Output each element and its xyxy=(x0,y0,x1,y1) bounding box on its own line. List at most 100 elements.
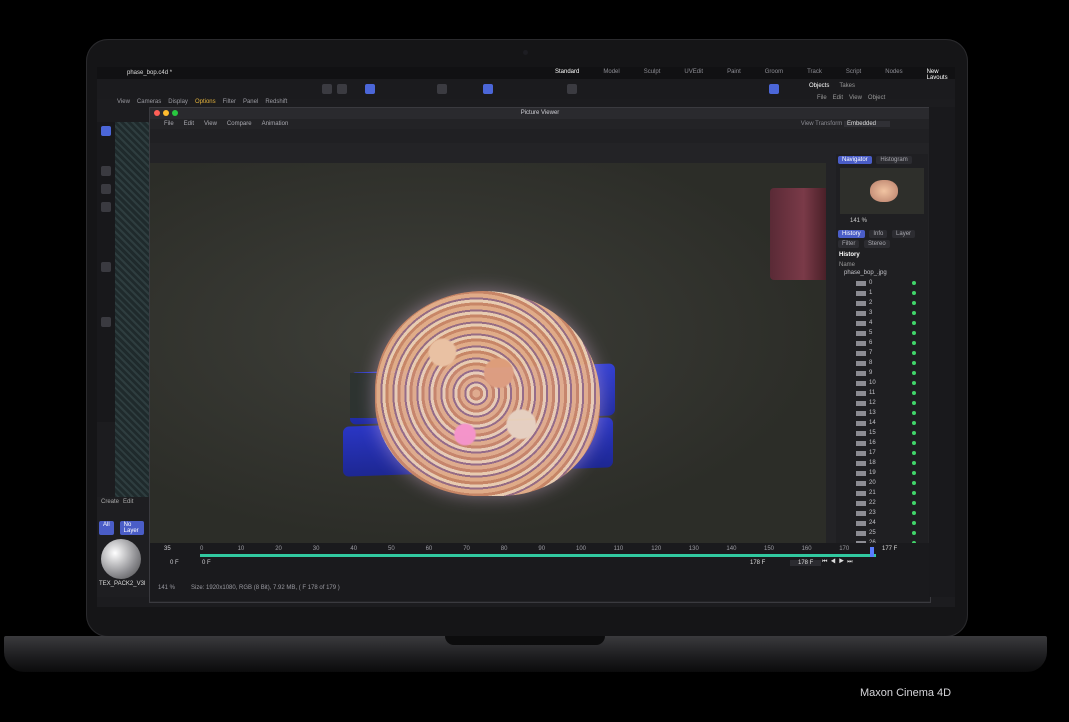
history-row[interactable]: 4 xyxy=(836,318,928,328)
material-menu-item[interactable]: Create xyxy=(101,499,119,505)
history-row[interactable]: 8 xyxy=(836,358,928,368)
zoom-icon[interactable] xyxy=(172,110,178,116)
tab-takes[interactable]: Takes xyxy=(839,83,855,89)
end-frame[interactable]: 177 F xyxy=(882,546,897,552)
select-icon[interactable] xyxy=(101,126,111,136)
objects-menu: File Edit View Object xyxy=(817,95,885,101)
status-dot-icon xyxy=(912,501,916,505)
history-row[interactable]: 6 xyxy=(836,338,928,348)
history-row[interactable]: 2 xyxy=(836,298,928,308)
objects-menu-item[interactable]: File xyxy=(817,95,827,101)
history-row[interactable]: 13 xyxy=(836,408,928,418)
history-row[interactable]: 16 xyxy=(836,438,928,448)
pv-menu-item[interactable]: Animation xyxy=(262,119,289,129)
history-row[interactable]: 19 xyxy=(836,468,928,478)
render-icon[interactable] xyxy=(769,84,779,94)
rotate-icon[interactable] xyxy=(101,184,111,194)
material-ball[interactable] xyxy=(101,539,141,579)
status-dot-icon xyxy=(912,411,916,415)
status-dot-icon xyxy=(912,451,916,455)
history-row[interactable]: 9 xyxy=(836,368,928,378)
history-row[interactable]: 24 xyxy=(836,518,928,528)
laptop-notch xyxy=(445,636,605,645)
view-transform-select[interactable]: Embedded xyxy=(843,121,890,127)
pv-menu-item[interactable]: Compare xyxy=(227,119,252,129)
scale-icon[interactable] xyxy=(101,202,111,212)
tool-icon[interactable] xyxy=(365,84,375,94)
tool-icon[interactable] xyxy=(337,84,347,94)
view-transform-label: View Transform xyxy=(800,121,843,127)
filter-all[interactable]: All xyxy=(99,521,114,535)
history-root[interactable]: phase_bop_.jpg xyxy=(836,268,928,278)
timeline-tick: 140 xyxy=(726,546,737,552)
viewport-menu-item[interactable]: Filter xyxy=(223,99,236,105)
tool-icon[interactable] xyxy=(567,84,577,94)
history-row[interactable]: 18 xyxy=(836,458,928,468)
objects-menu-item[interactable]: Object xyxy=(868,95,885,101)
viewport-menu-item[interactable]: Display xyxy=(168,99,188,105)
render-canvas[interactable] xyxy=(150,163,826,543)
close-icon[interactable] xyxy=(154,110,160,116)
status-dot-icon xyxy=(912,441,916,445)
timeline-tick: 130 xyxy=(688,546,699,552)
tab-objects[interactable]: Objects xyxy=(809,83,829,89)
objects-menu-item[interactable]: View xyxy=(849,95,862,101)
history-row[interactable]: 20 xyxy=(836,478,928,488)
history-row[interactable]: 1 xyxy=(836,288,928,298)
minimize-icon[interactable] xyxy=(163,110,169,116)
start-frame[interactable]: 0 F xyxy=(170,560,179,566)
history-row[interactable]: 0 xyxy=(836,278,928,288)
objects-menu-item[interactable]: Edit xyxy=(833,95,843,101)
viewport-menu-item[interactable]: Redshift xyxy=(265,99,287,105)
pv-menu-item[interactable]: Edit xyxy=(184,119,194,129)
tab-navigator[interactable]: Navigator xyxy=(838,156,872,164)
history-row[interactable]: 17 xyxy=(836,448,928,458)
frame-icon xyxy=(856,430,866,436)
history-row[interactable]: 21 xyxy=(836,488,928,498)
history-row[interactable]: 23 xyxy=(836,508,928,518)
frame-display: 0 F xyxy=(202,560,211,566)
pen-icon[interactable] xyxy=(101,317,111,327)
tab-layer[interactable]: Layer xyxy=(892,230,916,238)
current-frame-field[interactable]: 178 F xyxy=(790,560,822,566)
tool-icon[interactable] xyxy=(437,84,447,94)
tool-icon[interactable] xyxy=(483,84,493,94)
viewport-menu-item[interactable]: View xyxy=(117,99,130,105)
tab-histogram[interactable]: Histogram xyxy=(876,156,912,164)
history-row[interactable]: 3 xyxy=(836,308,928,318)
viewport-menu-item[interactable]: Panel xyxy=(243,99,258,105)
pv-menu-item[interactable]: File xyxy=(164,119,174,129)
history-row[interactable]: 7 xyxy=(836,348,928,358)
view-transform[interactable]: View Transform Embedded xyxy=(801,119,890,129)
navigator-thumbnail[interactable] xyxy=(840,168,924,214)
timeline-left-value[interactable]: 35 xyxy=(164,546,171,552)
playback-controls-icon[interactable]: ⏮◀▶⏭ xyxy=(822,559,856,566)
history-row[interactable]: 14 xyxy=(836,418,928,428)
timeline-tick: 50 xyxy=(388,546,395,552)
tab-stereo[interactable]: Stereo xyxy=(864,240,890,248)
frame-icon xyxy=(856,360,866,366)
history-row[interactable]: 12 xyxy=(836,398,928,408)
filter-no-layer[interactable]: No Layer xyxy=(119,521,144,535)
pv-menu-item[interactable]: View xyxy=(204,119,217,129)
timeline-tick: 150 xyxy=(764,546,775,552)
tab-filter[interactable]: Filter xyxy=(838,240,860,248)
history-row[interactable]: 22 xyxy=(836,498,928,508)
app-screen: phase_bop.c4d * Standard Model Sculpt UV… xyxy=(97,67,955,607)
history-row[interactable]: 11 xyxy=(836,388,928,398)
history-row[interactable]: 10 xyxy=(836,378,928,388)
history-row[interactable]: 5 xyxy=(836,328,928,338)
render-brain xyxy=(375,291,600,496)
history-row[interactable]: 15 xyxy=(836,428,928,438)
file-tab[interactable]: phase_bop.c4d * xyxy=(127,70,172,76)
move-icon[interactable] xyxy=(101,166,111,176)
history-row[interactable]: 25 xyxy=(836,528,928,538)
material-menu-item[interactable]: Edit xyxy=(123,499,133,505)
tab-history[interactable]: History xyxy=(838,230,865,238)
tool-icon[interactable] xyxy=(322,84,332,94)
tab-info[interactable]: Info xyxy=(869,230,888,238)
viewport-menu-item[interactable]: Cameras xyxy=(137,99,161,105)
viewport-menu-item[interactable]: Options xyxy=(195,99,216,105)
timeline-handle[interactable] xyxy=(870,547,874,557)
brush-icon[interactable] xyxy=(101,262,111,272)
